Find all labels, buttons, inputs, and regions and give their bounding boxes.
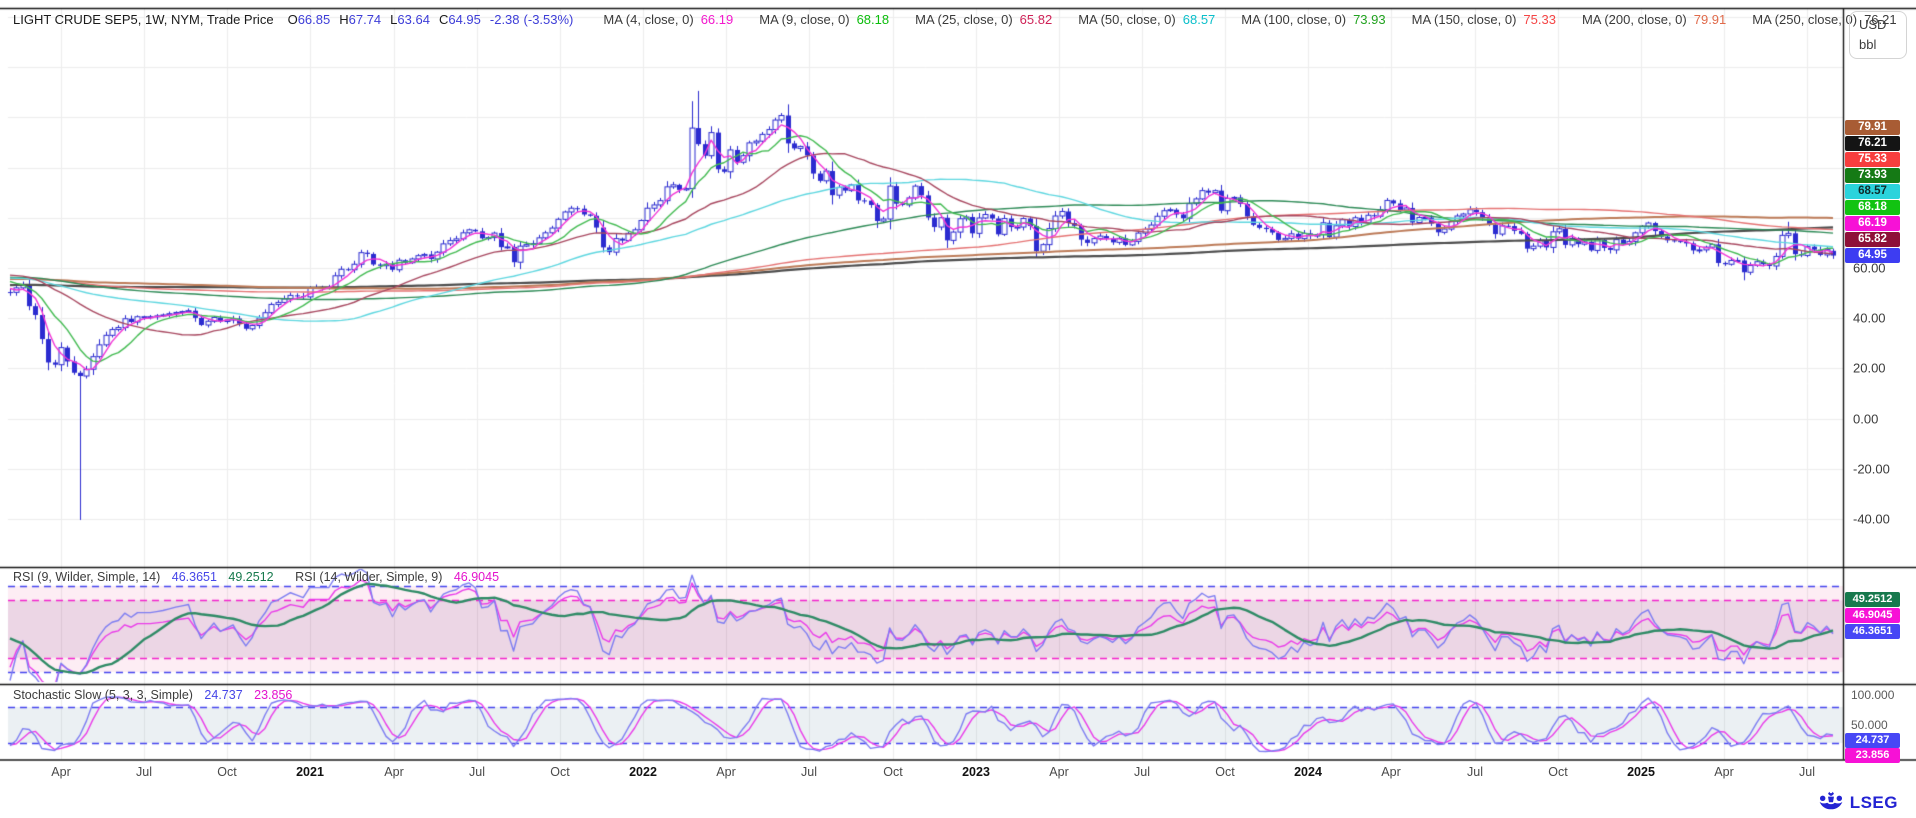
x-tick-label: 2021 (296, 765, 324, 779)
price-tick-label: 20.00 (1853, 361, 1886, 376)
x-tick-label: 2025 (1627, 765, 1655, 779)
price-badge: 79.91 (1845, 120, 1900, 135)
x-tick-label: Apr (1381, 765, 1400, 779)
price-tick-label: 40.00 (1853, 311, 1886, 326)
ma-legend: MA (4, close, 0) 66.19 MA (9, close, 0) 68.… (577, 12, 1896, 27)
price-tick-label: 0.00 (1853, 412, 1878, 427)
ohlc-value-l: 63.64 (397, 12, 430, 27)
x-tick-label: Oct (217, 765, 236, 779)
x-tick-label: Oct (550, 765, 569, 779)
stoch-badge: 23.856 (1845, 748, 1900, 763)
stoch-title: Stochastic Slow (5, 3, 3, Simple) (13, 688, 193, 702)
price-badge: 68.18 (1845, 200, 1900, 215)
ohlc-values: O66.85H67.74L63.64C64.95 (288, 12, 490, 27)
ma-legend-entry[interactable]: MA (25, close, 0) 65.82 (915, 12, 1052, 27)
stoch-scale-label: 50.000 (1851, 718, 1888, 732)
ohlc-value-o: 66.85 (298, 12, 331, 27)
instrument-title: LIGHT CRUDE SEP5, 1W, NYM, Trade Price (13, 12, 274, 27)
ma-legend-value: 75.33 (1523, 12, 1556, 27)
ma-legend-entry[interactable]: MA (4, close, 0) 66.19 (603, 12, 733, 27)
ohlc-value-h: 67.74 (349, 12, 382, 27)
ma-legend-value: 73.93 (1353, 12, 1386, 27)
ma-legend-label: MA (250, close, 0) (1752, 12, 1857, 27)
price-badge: 76.21 (1845, 136, 1900, 151)
ma-legend-value: 66.19 (701, 12, 734, 27)
price-badge: 75.33 (1845, 152, 1900, 167)
rsi-title-1: RSI (9, Wilder, Simple, 14) (13, 570, 160, 584)
ma-legend-entry[interactable]: MA (200, close, 0) 79.91 (1582, 12, 1726, 27)
ma-legend-entry[interactable]: MA (9, close, 0) 68.18 (759, 12, 889, 27)
ohlc-label-h: H (339, 12, 348, 27)
x-tick-label: Apr (51, 765, 70, 779)
x-tick-label: Apr (1049, 765, 1068, 779)
stoch-scale-label: 100.000 (1851, 688, 1894, 702)
axis-unit-box[interactable]: USD bbl (1849, 11, 1907, 59)
rsi14-value: 46.9045 (454, 570, 499, 584)
lseg-branding: LSEG (1817, 790, 1898, 816)
lseg-logo-text: LSEG (1850, 793, 1898, 813)
pct-change: (-3.53%) (524, 12, 574, 27)
ma-legend-entry[interactable]: MA (50, close, 0) 68.57 (1078, 12, 1215, 27)
chart-legend[interactable]: LIGHT CRUDE SEP5, 1W, NYM, Trade Price O… (13, 12, 1897, 27)
x-tick-label: Jul (801, 765, 817, 779)
x-tick-label: Apr (1714, 765, 1733, 779)
ma-legend-label: MA (50, close, 0) (1078, 12, 1176, 27)
stoch-pane-header[interactable]: Stochastic Slow (5, 3, 3, Simple) 24.737… (13, 688, 292, 702)
axis-unit-measure: bbl (1859, 35, 1906, 55)
x-tick-label: 2023 (962, 765, 990, 779)
x-tick-label: Apr (716, 765, 735, 779)
rsi-badge: 46.3651 (1845, 624, 1900, 639)
price-badge: 65.82 (1845, 232, 1900, 247)
axis-unit-currency: USD (1859, 15, 1906, 35)
x-tick-label: 2022 (629, 765, 657, 779)
x-tick-label: Oct (1548, 765, 1567, 779)
rsi9-avg-value: 49.2512 (228, 570, 273, 584)
rsi9-value: 46.3651 (172, 570, 217, 584)
net-change: -2.38 (490, 12, 520, 27)
ma-legend-label: MA (200, close, 0) (1582, 12, 1687, 27)
rsi-title-2: RSI (14, Wilder, Simple, 9) (295, 570, 442, 584)
rsi-pane-header[interactable]: RSI (9, Wilder, Simple, 14) 46.3651 49.2… (13, 570, 499, 584)
x-tick-label: Jul (1134, 765, 1150, 779)
ohlc-label-c: C (439, 12, 448, 27)
x-tick-label: Jul (1799, 765, 1815, 779)
price-tick-label: -40.00 (1853, 512, 1890, 527)
x-tick-label: Jul (469, 765, 485, 779)
price-badge: 68.57 (1845, 184, 1900, 199)
price-badge: 64.95 (1845, 248, 1900, 263)
ma-legend-value: 68.18 (857, 12, 890, 27)
ma-legend-value: 65.82 (1020, 12, 1053, 27)
price-badge: 73.93 (1845, 168, 1900, 183)
ohlc-label-o: O (288, 12, 298, 27)
x-tick-label: Oct (883, 765, 902, 779)
ma-legend-label: MA (100, close, 0) (1241, 12, 1346, 27)
ma-legend-label: MA (150, close, 0) (1412, 12, 1517, 27)
x-tick-label: Apr (384, 765, 403, 779)
rsi-badge: 46.9045 (1845, 608, 1900, 623)
ma-legend-value: 68.57 (1183, 12, 1216, 27)
x-tick-label: Oct (1215, 765, 1234, 779)
ma-legend-label: MA (9, close, 0) (759, 12, 849, 27)
ohlc-value-c: 64.95 (448, 12, 481, 27)
stoch-badge: 24.737 (1845, 733, 1900, 748)
lseg-crest-icon (1817, 790, 1845, 816)
ma-legend-label: MA (4, close, 0) (603, 12, 693, 27)
x-tick-label: Jul (1467, 765, 1483, 779)
rsi-badge: 49.2512 (1845, 592, 1900, 607)
stoch-d-value: 23.856 (254, 688, 292, 702)
x-tick-label: 2024 (1294, 765, 1322, 779)
x-tick-label: Jul (136, 765, 152, 779)
ma-legend-value: 79.91 (1694, 12, 1727, 27)
price-tick-label: -20.00 (1853, 462, 1890, 477)
stoch-k-value: 24.737 (204, 688, 242, 702)
price-badge: 66.19 (1845, 216, 1900, 231)
ma-legend-entry[interactable]: MA (100, close, 0) 73.93 (1241, 12, 1385, 27)
ma-legend-entry[interactable]: MA (150, close, 0) 75.33 (1412, 12, 1556, 27)
ma-legend-label: MA (25, close, 0) (915, 12, 1013, 27)
